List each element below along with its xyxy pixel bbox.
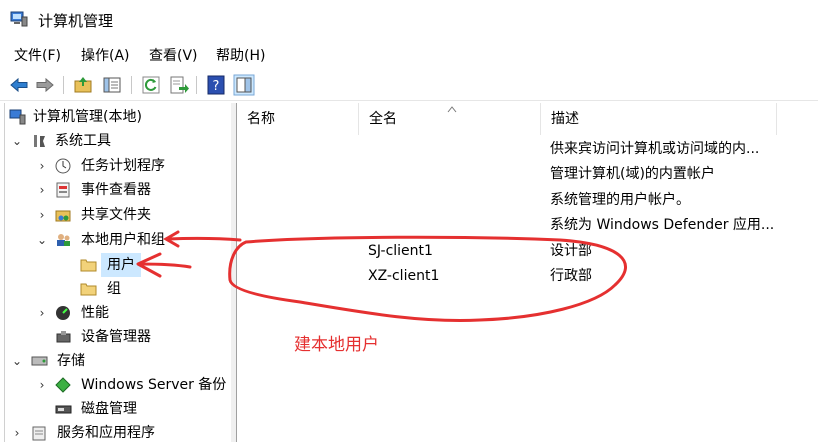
tree-item-system-tools[interactable]: ⌄ 系统工具 [5,129,231,153]
tree-item-disk-management[interactable]: 磁盘管理 [5,397,231,421]
annotation-label: 建本地用户 [294,335,379,355]
tree-label: 组 [107,281,121,297]
tree-item-local-users[interactable]: ⌄ 本地用户和组 [5,228,231,252]
tree-item-groups[interactable]: 组 [5,277,231,301]
title-bar: 计算机管理 [0,0,818,40]
device-manager-icon [56,331,71,343]
tree-item-users[interactable]: 用户 [5,253,231,277]
column-label: 名称 [247,111,275,127]
column-label: 全名 [369,111,397,127]
column-header-description[interactable]: 描述 [541,103,777,135]
users-group-icon [57,234,70,246]
user-description: 系统管理的用户帐户。 [550,191,690,208]
tree-item-windows-backup[interactable]: › Windows Server 备份 [5,373,231,397]
tree-label: 共享文件夹 [81,207,151,223]
user-description: 管理计算机(域)的内置帐户 [550,166,715,183]
tree-item-shared-folders[interactable]: › 共享文件夹 [5,203,231,227]
tree-label: 用户 [101,253,141,277]
chevron-right-icon[interactable]: › [35,178,49,202]
chevron-down-icon[interactable]: ⌄ [10,349,24,373]
table-row[interactable]: DefaultAcc...系统管理的用户帐户。 [237,188,818,213]
folder-icon [80,259,97,272]
menu-action[interactable]: 操作(A) [81,45,130,65]
tree-item-event-viewer[interactable]: › 事件查看器 [5,178,231,202]
table-row[interactable]: Administrat...管理计算机(域)的内置帐户 [237,162,818,187]
user-fullname: XZ-client1 [368,268,440,284]
tree-item-performance[interactable]: › 性能 [5,301,231,325]
refresh-icon[interactable] [140,74,162,96]
column-header-name[interactable]: 名称 [237,103,359,135]
tree-label: 设备管理器 [81,329,151,345]
tree-label: 本地用户和组 [81,232,165,248]
user-description: 系统为 Windows Defender 应用... [550,217,775,234]
console-tree: 计算机管理(本地) ⌄ 系统工具 › 任务计划程序 › 事件查看器 › 共享文件… [4,103,232,442]
table-row[interactable]: XZ-client1XZ-client1行政部 [237,264,818,289]
chevron-right-icon[interactable]: › [35,373,49,397]
help-icon[interactable]: ? [205,74,227,96]
tree-item-root[interactable]: 计算机管理(本地) [5,105,231,129]
table-row[interactable]: Guest供来宾访问计算机或访问域的内... [237,137,818,162]
backup-icon [55,377,71,393]
shared-folder-icon [55,210,71,222]
tree-label: 服务和应用程序 [57,425,155,441]
disk-icon [55,405,72,414]
event-viewer-icon [56,182,70,198]
menu-view[interactable]: 查看(V) [149,45,198,65]
user-description: 设计部 [550,242,592,259]
column-label: 描述 [551,111,579,127]
back-arrow-icon[interactable] [8,74,30,96]
export-list-icon[interactable] [168,74,190,96]
menu-help[interactable]: 帮助(H) [216,45,265,65]
tree-label: 存储 [57,353,85,369]
tree-label: Windows Server 备份 [81,377,227,393]
table-row[interactable]: WDAGUtilit...系统为 Windows Defender 应用... [237,213,818,238]
computer-management-icon [9,109,26,125]
window-title: 计算机管理 [38,12,114,30]
forward-arrow-icon[interactable] [34,74,56,96]
table-row[interactable]: SJ-client1SJ-client1设计部 [237,239,818,264]
tree-label: 事件查看器 [81,182,151,198]
user-description: 供来宾访问计算机或访问域的内... [550,141,760,157]
storage-icon [31,356,48,366]
services-icon [32,426,46,441]
user-list: 名称 全名 描述 Guest供来宾访问计算机或访问域的内...Administr… [237,103,818,442]
computer-management-icon [10,11,28,27]
show-hide-tree-icon[interactable] [101,74,123,96]
folder-icon [80,283,97,296]
svg-text:?: ? [213,79,220,94]
up-folder-icon[interactable] [72,74,94,96]
tree-item-task-scheduler[interactable]: › 任务计划程序 [5,154,231,178]
tree-item-storage[interactable]: ⌄ 存储 [5,349,231,373]
chevron-right-icon[interactable]: › [35,154,49,178]
chevron-down-icon[interactable]: ⌄ [35,228,49,252]
performance-icon [56,306,70,320]
tree-label: 磁盘管理 [81,401,137,417]
chevron-down-icon[interactable]: ⌄ [10,129,24,153]
tree-label: 计算机管理(本地) [33,109,142,125]
sort-ascending-icon [447,106,457,113]
properties-pane-icon[interactable] [233,74,255,96]
chevron-right-icon[interactable]: › [10,421,24,442]
tree-item-device-manager[interactable]: 设备管理器 [5,325,231,349]
user-fullname: SJ-client1 [368,242,433,259]
menu-bar: 文件(F) 操作(A) 查看(V) 帮助(H) [0,40,818,68]
tree-item-services-apps[interactable]: › 服务和应用程序 [5,421,231,442]
user-description: 行政部 [550,268,592,284]
toolbar: ? [0,70,818,101]
clock-icon [55,158,71,174]
system-tools-icon [34,135,45,147]
chevron-right-icon[interactable]: › [35,203,49,227]
tree-label: 系统工具 [55,133,111,149]
chevron-right-icon[interactable]: › [35,301,49,325]
tree-label: 任务计划程序 [81,158,165,174]
tree-label: 性能 [81,305,109,321]
menu-file[interactable]: 文件(F) [14,45,61,65]
